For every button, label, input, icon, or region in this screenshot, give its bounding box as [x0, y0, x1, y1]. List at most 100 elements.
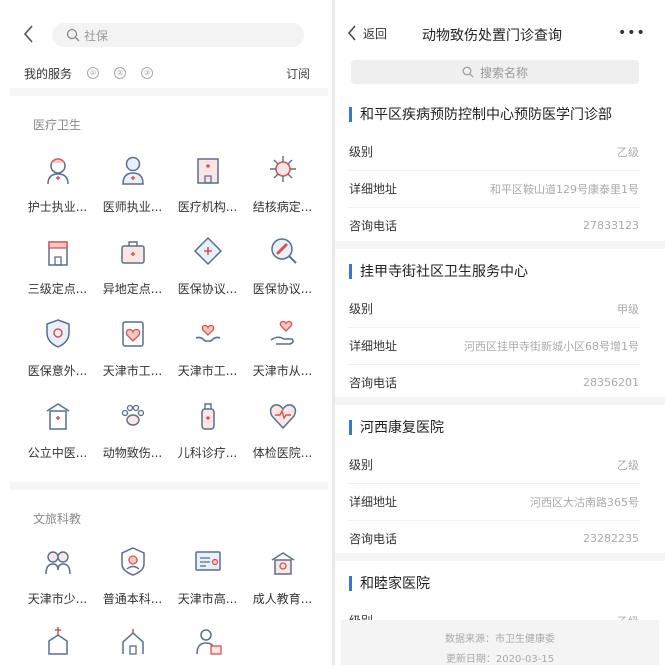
nurse-icon [46, 158, 69, 185]
service-tile-label: 医保协议... [177, 282, 238, 296]
heart-pulse-icon [269, 404, 296, 430]
service-tile-label: 天津市工... [177, 364, 238, 378]
my-services-bar: 我的服务 ① ② ③ 订阅 [0, 62, 332, 84]
service-tile[interactable]: 医保协议... [245, 234, 320, 297]
hospital-building-icon [196, 158, 219, 184]
shield-eye-icon [45, 319, 70, 348]
service-tile-label: 护士执业... [27, 200, 88, 214]
page-title: 动物致伤处置门诊查询 [422, 28, 562, 44]
person-card-icon [195, 629, 222, 655]
service-tile[interactable]: 医保协议... [170, 234, 245, 297]
card-separator [335, 553, 665, 561]
card-separator [335, 241, 665, 249]
service-tile[interactable]: 天津市高... [170, 544, 245, 607]
service-tile[interactable]: 异地定点... [95, 234, 170, 297]
field-value: 乙级 [617, 145, 639, 159]
service-tile-label: 医保协议... [252, 282, 313, 296]
service-tile-label: 天津市工... [102, 364, 163, 378]
back-chevron-icon [348, 25, 356, 41]
service-catalog-panel: 社保 我的服务 ① ② ③ 订阅 医疗卫生 护士执业... 医师执业... 医疗机构… [0, 0, 332, 665]
service-tile[interactable]: 护士执业... [20, 152, 95, 215]
service-tile-label: 体检医院... [252, 446, 313, 460]
adult-education-icon [271, 552, 294, 575]
clinic-name-text: 挂甲寺街社区卫生服务中心 [360, 264, 528, 280]
diamond-plus-icon [193, 236, 222, 266]
field-label: 级别 [349, 458, 374, 472]
more-menu-button[interactable]: ••• [618, 25, 646, 41]
hands-heart-icon [195, 324, 220, 342]
service-slot-icon[interactable]: ③ [141, 67, 154, 79]
service-tile[interactable]: 成人教育... [245, 544, 320, 607]
service-tile[interactable]: 体检医院... [245, 398, 320, 461]
service-tile-label: 医疗机构... [177, 200, 238, 214]
clinic-name[interactable]: 河西康复医院 [349, 417, 444, 437]
field-label: 级别 [349, 302, 374, 316]
back-button[interactable]: 返回 [347, 24, 387, 42]
church-icon [47, 627, 68, 655]
clinic-name[interactable]: 和平区疾病预防控制中心预防医学门诊部 [349, 104, 612, 124]
search-input[interactable]: 社保 [52, 23, 304, 47]
back-chevron-icon[interactable] [22, 24, 34, 44]
service-tile-label: 结核病定... [252, 200, 313, 214]
service-tile-label: 天津市从... [252, 364, 313, 378]
service-tile-label: 天津市高... [177, 592, 238, 606]
virus-icon [269, 156, 296, 182]
clinic-name[interactable]: 挂甲寺街社区卫生服务中心 [349, 261, 528, 281]
detail-row-phone: 咨询电话 28356201 [349, 364, 639, 401]
field-value: 和平区鞍山道129号康泰里1号 [490, 182, 639, 196]
service-slot-icon[interactable]: ① [87, 67, 100, 79]
service-tile[interactable]: 结核病定... [245, 152, 320, 215]
service-tile[interactable]: 公立中医... [20, 398, 95, 461]
detail-row-address: 详细地址 河西区挂甲寺街新城小区68号增1号 [349, 327, 639, 364]
service-tile[interactable] [170, 624, 245, 658]
field-value[interactable]: 27833123 [583, 219, 639, 232]
service-tile[interactable]: 医疗机构... [170, 152, 245, 215]
subscribe-link[interactable]: 订阅 [286, 65, 310, 82]
detail-row-phone: 咨询电话 23282235 [349, 520, 639, 557]
service-tile[interactable] [95, 624, 170, 658]
service-slot-icon[interactable]: ② [114, 67, 127, 79]
service-tile[interactable]: 天津市从... [245, 316, 320, 379]
field-label: 级别 [349, 145, 374, 159]
service-tile[interactable]: 天津市工... [170, 316, 245, 379]
service-tile-label: 异地定点... [102, 282, 163, 296]
service-tile[interactable]: 三级定点... [20, 234, 95, 297]
service-tile[interactable] [20, 624, 95, 658]
service-tile[interactable]: 天津市少... [20, 544, 95, 607]
detail-row-phone: 咨询电话 27833123 [349, 207, 639, 244]
field-value[interactable]: 28356201 [583, 376, 639, 389]
service-tile[interactable]: 医师执业... [95, 152, 170, 215]
field-label: 咨询电话 [349, 219, 398, 233]
field-value: 河西区大沽南路365号 [530, 495, 639, 509]
search-placeholder: 搜索名称 [479, 65, 528, 80]
left-header: 社保 [0, 0, 332, 62]
clinic-query-panel: 返回 动物致伤处置门诊查询 ••• 搜索名称 和平区疾病预防控制中心预防医学门诊… [335, 0, 665, 665]
service-tile[interactable]: 动物致伤... [95, 398, 170, 461]
service-tile[interactable]: 天津市工... [95, 316, 170, 379]
service-tile[interactable]: 儿科诊疗... [170, 398, 245, 461]
field-label: 咨询电话 [349, 376, 398, 390]
back-label: 返回 [363, 26, 388, 41]
service-tile[interactable]: 医保意外... [20, 316, 95, 379]
search-input[interactable]: 搜索名称 [351, 60, 639, 84]
my-services-label: 我的服务 [24, 66, 73, 81]
clinic-icon [47, 241, 68, 266]
field-label: 详细地址 [349, 495, 398, 509]
field-value[interactable]: 23282235 [583, 532, 639, 545]
search-icon [462, 66, 474, 78]
field-value: 甲级 [617, 302, 639, 316]
detail-row-level: 级别 乙级 [349, 446, 639, 483]
right-header: 返回 动物致伤处置门诊查询 ••• [335, 0, 665, 62]
service-tile[interactable]: 普通本科... [95, 544, 170, 607]
service-tile-label: 天津市少... [27, 592, 88, 606]
data-source-footer: 数据来源：市卫生健康委 更新日期：2020-03-15 [341, 620, 659, 665]
children-icon [44, 551, 71, 575]
service-tile-label: 动物致伤... [102, 446, 163, 460]
clinic-name[interactable]: 和睦家医院 [349, 573, 430, 593]
baby-bottle-icon [200, 403, 215, 430]
detail-row-address: 详细地址 和平区鞍山道129号康泰里1号 [349, 170, 639, 207]
update-date-text: 更新日期：2020-03-15 [445, 654, 555, 665]
temple-icon [121, 629, 144, 655]
pill-search-icon [270, 238, 297, 264]
certificate-icon [194, 551, 221, 571]
